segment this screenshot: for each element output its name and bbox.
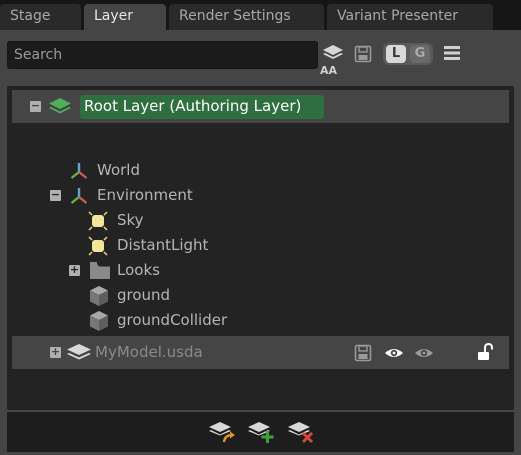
search-input[interactable] <box>7 41 318 69</box>
unlock-icon[interactable] <box>476 343 494 361</box>
tree-item-environment[interactable]: − Environment <box>7 183 514 208</box>
sublayer-label: MyModel.usda <box>95 343 203 361</box>
global-toggle-button[interactable]: G <box>410 45 430 63</box>
tree-item-groundcollider[interactable]: groundCollider <box>7 308 514 333</box>
tree-item-distantlight[interactable]: DistantLight <box>7 233 514 258</box>
auto-authoring-label[interactable]: AA <box>320 64 337 77</box>
tab-render-settings[interactable]: Render Settings <box>169 4 324 30</box>
menu-icon[interactable] <box>444 46 460 60</box>
expand-icon[interactable]: + <box>69 264 80 276</box>
xform-icon <box>70 188 88 204</box>
tree-item-looks[interactable]: + Looks <box>7 258 514 283</box>
root-layer-row[interactable]: − Root Layer (Authoring Layer) <box>12 90 509 123</box>
mesh-cube-icon <box>90 311 108 331</box>
tab-layer[interactable]: Layer <box>84 4 166 30</box>
layer-icon <box>67 344 91 360</box>
collapse-icon[interactable]: − <box>50 189 61 201</box>
collapse-icon[interactable]: − <box>30 100 41 112</box>
tab-bar: Stage Layer Render Settings Variant Pres… <box>0 0 521 30</box>
remove-sublayer-icon[interactable] <box>287 420 315 444</box>
tab-label: Render Settings <box>179 8 291 24</box>
tree-item-label: ground <box>117 286 171 304</box>
tree-item-world[interactable]: World <box>7 158 514 183</box>
sublayer-row-mymodel[interactable]: + MyModel.usda <box>12 336 509 369</box>
tree-item-label: Sky <box>117 211 144 229</box>
save-icon[interactable] <box>354 344 372 362</box>
tab-label: Layer <box>94 8 134 24</box>
tree-item-label: World <box>97 161 140 179</box>
light-icon <box>88 211 108 231</box>
save-icon[interactable] <box>354 45 372 63</box>
insert-sublayer-icon[interactable] <box>208 420 236 444</box>
tab-stage[interactable]: Stage <box>0 4 81 30</box>
light-icon <box>88 236 108 256</box>
xform-icon <box>70 163 88 179</box>
root-layer-label[interactable]: Root Layer (Authoring Layer) <box>80 95 324 119</box>
create-sublayer-icon[interactable] <box>247 420 275 444</box>
tab-label: Variant Presenter <box>337 8 459 24</box>
tree-item-sky[interactable]: Sky <box>7 208 514 233</box>
tree-item-label: Environment <box>97 186 193 204</box>
layer-panel: AA L G − Root Layer (Authoring Layer) <box>0 30 521 455</box>
layer-global-toggle: L G <box>383 43 433 65</box>
global-eye-icon[interactable] <box>414 346 434 360</box>
tree-item-label: Looks <box>117 261 160 279</box>
tab-variant-presenter[interactable]: Variant Presenter <box>327 4 493 30</box>
tree-item-label: DistantLight <box>117 236 209 254</box>
bottom-toolbar <box>7 412 514 452</box>
tree-item-label: groundCollider <box>117 311 228 329</box>
tree-item-ground[interactable]: ground <box>7 283 514 308</box>
eye-icon[interactable] <box>384 346 404 360</box>
folder-icon <box>90 262 110 279</box>
tab-label: Stage <box>10 8 51 24</box>
layer-icon <box>49 98 71 114</box>
layer-tree: − Root Layer (Authoring Layer) World − E… <box>7 86 514 410</box>
layer-stack-icon[interactable] <box>322 42 344 64</box>
local-toggle-button[interactable]: L <box>386 45 406 63</box>
mesh-cube-icon <box>90 286 108 306</box>
expand-icon[interactable]: + <box>50 346 61 358</box>
